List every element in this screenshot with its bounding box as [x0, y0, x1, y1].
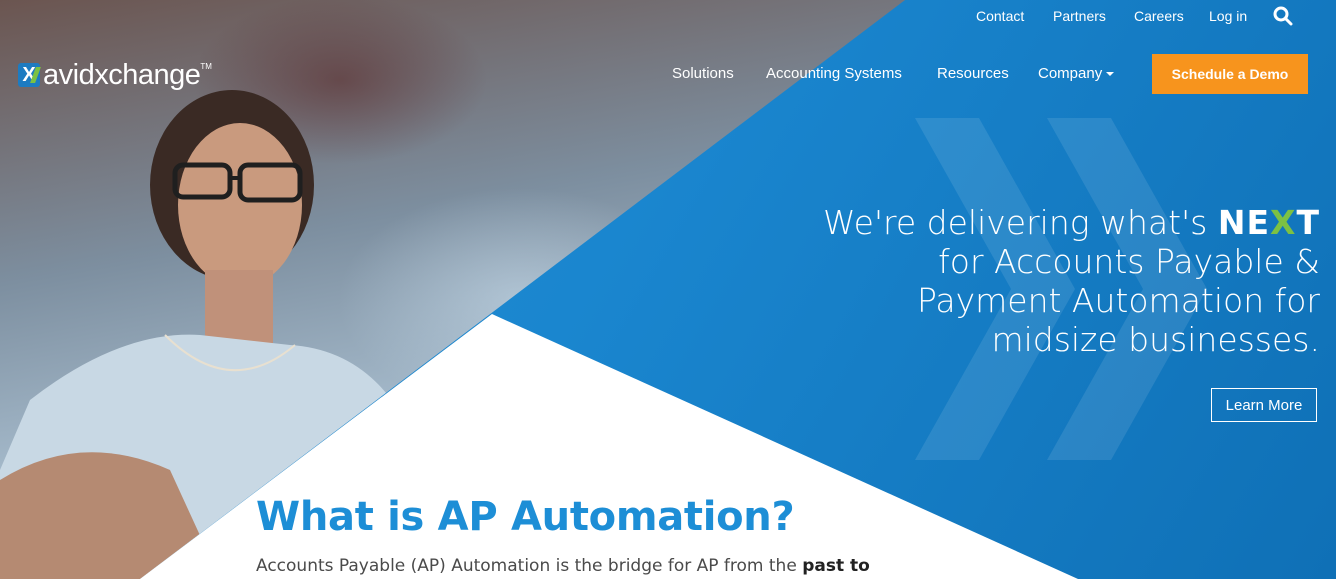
hero-line-4: midsize businesses.: [991, 320, 1320, 359]
section-body-bold: past to: [802, 556, 870, 576]
nav-contact[interactable]: Contact: [976, 8, 1024, 24]
hero-line-2: for Accounts Payable &: [938, 242, 1320, 281]
trademark: TM: [200, 62, 212, 71]
learn-more-button[interactable]: Learn More: [1211, 388, 1317, 422]
section-body: Accounts Payable (AP) Automation is the …: [256, 556, 870, 576]
caret-down-icon: [1106, 72, 1115, 77]
search-icon[interactable]: [1273, 6, 1293, 26]
logo-text: avidxchange: [43, 59, 201, 91]
nav-accounting-systems[interactable]: Accounting Systems: [766, 65, 902, 82]
nav-solutions[interactable]: Solutions: [672, 65, 734, 82]
logo-mark-icon: X: [18, 63, 41, 87]
next-x-letter: X: [1270, 203, 1297, 242]
nav-partners[interactable]: Partners: [1053, 8, 1106, 24]
hero-line-3: Payment Automation for: [916, 281, 1320, 320]
nav-company[interactable]: Company: [1038, 65, 1115, 82]
nav-login[interactable]: Log in: [1209, 8, 1247, 24]
nav-resources[interactable]: Resources: [937, 65, 1009, 82]
section-title: What is AP Automation?: [256, 494, 795, 540]
schedule-demo-button[interactable]: Schedule a Demo: [1152, 54, 1308, 94]
hero-headline: We're delivering what's NEXT for Account…: [760, 203, 1320, 359]
hero-line-1: We're delivering what's NEXT: [822, 203, 1320, 242]
next-word: NEXT: [1217, 203, 1320, 242]
nav-company-label: Company: [1038, 65, 1103, 82]
avidxchange-logo[interactable]: X avidxchange TM: [18, 60, 212, 90]
nav-careers[interactable]: Careers: [1134, 8, 1184, 24]
